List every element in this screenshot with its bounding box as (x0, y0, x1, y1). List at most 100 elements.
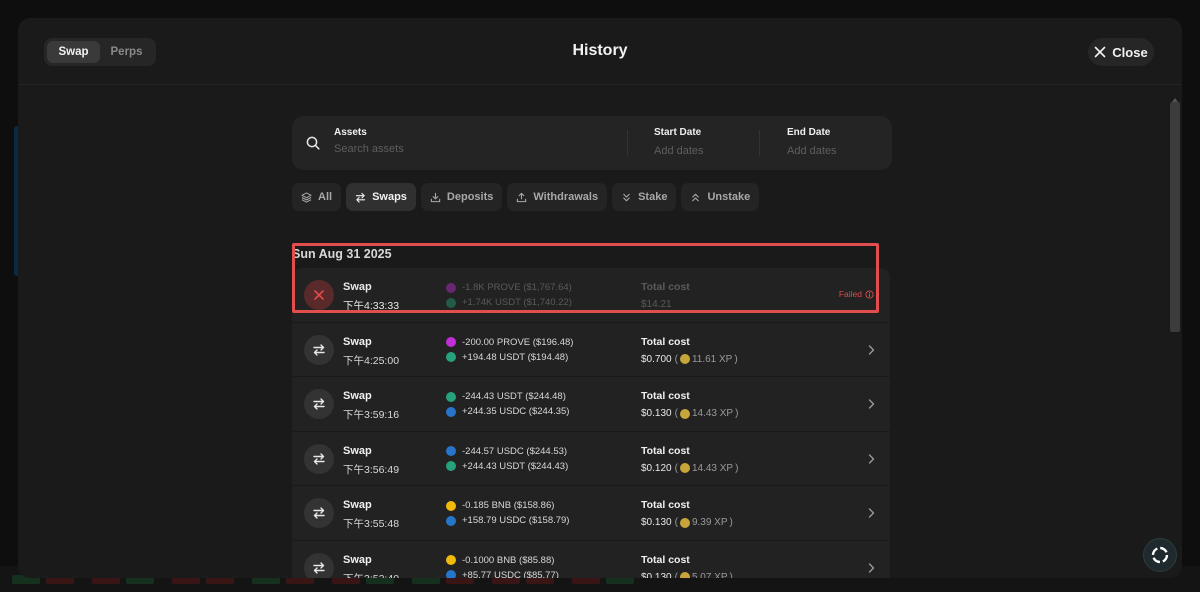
swap-icon (355, 192, 366, 203)
xp-coin-icon (679, 408, 690, 419)
xp-value: 5.07 XP (691, 571, 728, 578)
total-cost-label: Total cost (641, 499, 690, 512)
xp-value: 14.43 XP (691, 462, 734, 474)
total-cost-value: $0.130 (641, 571, 672, 578)
close-button[interactable]: Close (1088, 38, 1154, 66)
asset-from-amount: -200.00 PROVE ($196.48) (462, 336, 574, 348)
usdt-coin-icon (446, 352, 456, 363)
xp-reward: (14.43 XP) (674, 408, 739, 420)
history-row[interactable]: Swap 下午4:25:00 -200.00 PROVE ($196.48) +194… (292, 323, 890, 378)
row-time: 下午3:52:40 (343, 571, 399, 578)
chevron-right-icon[interactable] (866, 453, 876, 465)
row-time: 下午4:25:00 (343, 354, 400, 367)
swap-arrows-icon (304, 498, 334, 529)
asset-to-line: +244.43 USDT ($244.43) (446, 459, 568, 474)
history-row[interactable]: Swap 下午3:52:40 -0.1000 BNB ($85.88) +85.77 … (292, 541, 890, 578)
close-label: Close (1112, 44, 1148, 60)
total-cost-label: Total cost (641, 281, 690, 293)
total-cost-label: Total cost (641, 335, 690, 348)
chevron-right-icon[interactable] (866, 398, 876, 410)
asset-from-amount: -0.1000 BNB ($85.88) (462, 554, 555, 566)
asset-to-line: +244.35 USDC ($244.35) (446, 404, 569, 419)
scrollbar[interactable] (1170, 98, 1180, 570)
asset-from-line: -0.185 BNB ($158.86) (446, 498, 569, 513)
start-date-label: Start Date (654, 127, 702, 138)
asset-from-amount: -244.43 USDT ($244.48) (462, 391, 566, 403)
scrollbar-thumb[interactable] (1170, 102, 1180, 332)
total-cost-value: $0.700 (641, 353, 672, 365)
filter-unstake[interactable]: Unstake (681, 183, 760, 211)
row-cost: Total cost $0.130(14.43 XP) (641, 390, 738, 419)
xp-reward: (5.07 XP) (675, 572, 733, 578)
asset-from-amount: -1.8K PROVE ($1,767.64) (462, 282, 572, 293)
history-row[interactable]: Swap 下午3:59:16 -244.43 USDT ($244.48) +244.… (292, 377, 890, 432)
total-cost-value: $0.130 (641, 517, 672, 529)
row-time: 下午3:56:49 (343, 463, 400, 476)
search-bar: Assets Start Date Add dates End Date Add… (292, 116, 892, 170)
swap-arrows-icon (304, 334, 334, 365)
row-time: 下午3:59:16 (343, 409, 400, 422)
info-icon (865, 289, 874, 299)
row-cost: Total cost $14.21 (641, 281, 690, 310)
xp-value: 11.61 XP (691, 353, 733, 365)
asset-from-line: -244.43 USDT ($244.48) (446, 389, 569, 404)
history-row[interactable]: Swap 下午4:33:33 -1.8K PROVE ($1,767.64) +1.7… (292, 268, 890, 323)
asset-from-line: -244.57 USDC ($244.53) (446, 444, 568, 459)
filter-stake[interactable]: Stake (612, 183, 677, 211)
asset-to-line: +85.77 USDC ($85.77) (446, 568, 559, 578)
chevron-right-icon[interactable] (866, 507, 876, 519)
total-cost-value: $0.130 (641, 408, 672, 420)
layers-icon (301, 191, 312, 203)
total-cost-value-line: $0.130(9.39 XP) (641, 517, 733, 528)
history-row[interactable]: Swap 下午3:56:49 -244.57 USDC ($244.53) +244.… (292, 432, 890, 487)
filter-deposits-label: Deposits (446, 191, 494, 203)
start-date-field[interactable]: Start Date Add dates (654, 127, 764, 157)
filter-tabs: All Swaps Deposits Withdrawals Stake Uns… (292, 183, 760, 211)
assets-field: Assets (334, 127, 574, 157)
chevron-right-icon[interactable] (866, 562, 876, 574)
filter-withdrawals[interactable]: Withdrawals (507, 183, 608, 211)
status-label: Failed (838, 289, 862, 299)
field-divider (627, 130, 628, 156)
filter-all[interactable]: All (292, 183, 342, 211)
prove-coin-icon (446, 337, 456, 348)
xp-coin-icon (679, 463, 690, 474)
swap-arrows-icon (304, 552, 334, 578)
filter-stake-label: Stake (638, 191, 668, 203)
usdt-coin-icon (446, 297, 456, 308)
filter-swaps[interactable]: Swaps (346, 183, 416, 211)
usdc-coin-icon (446, 406, 456, 417)
asset-from-amount: -244.57 USDC ($244.53) (462, 445, 568, 457)
history-row[interactable]: Swap 下午3:55:48 -0.185 BNB ($158.86) +158.79… (292, 486, 890, 541)
row-assets: -200.00 PROVE ($196.48) +194.48 USDT ($19… (446, 335, 573, 365)
filter-deposits[interactable]: Deposits (420, 183, 503, 211)
total-cost-value: $0.120 (641, 462, 672, 474)
row-type: Swap (343, 335, 372, 348)
row-time: 下午4:33:33 (343, 300, 400, 312)
asset-from-amount: -0.185 BNB ($158.86) (462, 500, 555, 512)
filter-all-label: All (318, 191, 333, 203)
start-date-placeholder: Add dates (654, 145, 704, 157)
end-date-field[interactable]: End Date Add dates (787, 127, 887, 157)
history-list: Swap 下午4:33:33 -1.8K PROVE ($1,767.64) +1.7… (292, 268, 890, 578)
row-assets: -0.1000 BNB ($85.88) +85.77 USDC ($85.77) (446, 553, 559, 578)
failed-status[interactable]: Failed (839, 289, 874, 299)
support-button[interactable] (1143, 538, 1177, 572)
chevron-right-icon[interactable] (866, 344, 876, 356)
chevrons-up-icon (692, 193, 700, 201)
asset-to-line: +1.74K USDT ($1,740.22) (446, 295, 572, 310)
assets-search-input[interactable] (334, 143, 574, 155)
bnb-coin-icon (446, 500, 456, 511)
total-cost-label: Total cost (641, 390, 690, 403)
support-ring-icon (1151, 546, 1169, 564)
end-date-placeholder: Add dates (787, 145, 837, 157)
asset-from-line: -0.1000 BNB ($85.88) (446, 553, 559, 568)
xp-reward: (11.61 XP) (674, 353, 738, 365)
xp-value: 9.39 XP (691, 517, 728, 529)
row-type: Swap (343, 281, 372, 293)
asset-to-amount: +244.43 USDT ($244.43) (462, 460, 569, 472)
row-cost: Total cost $0.700(11.61 XP) (641, 336, 738, 365)
asset-to-line: +194.48 USDT ($194.48) (446, 350, 573, 365)
asset-from-line: -200.00 PROVE ($196.48) (446, 335, 573, 350)
row-cost: Total cost $0.130(5.07 XP) (641, 554, 733, 578)
